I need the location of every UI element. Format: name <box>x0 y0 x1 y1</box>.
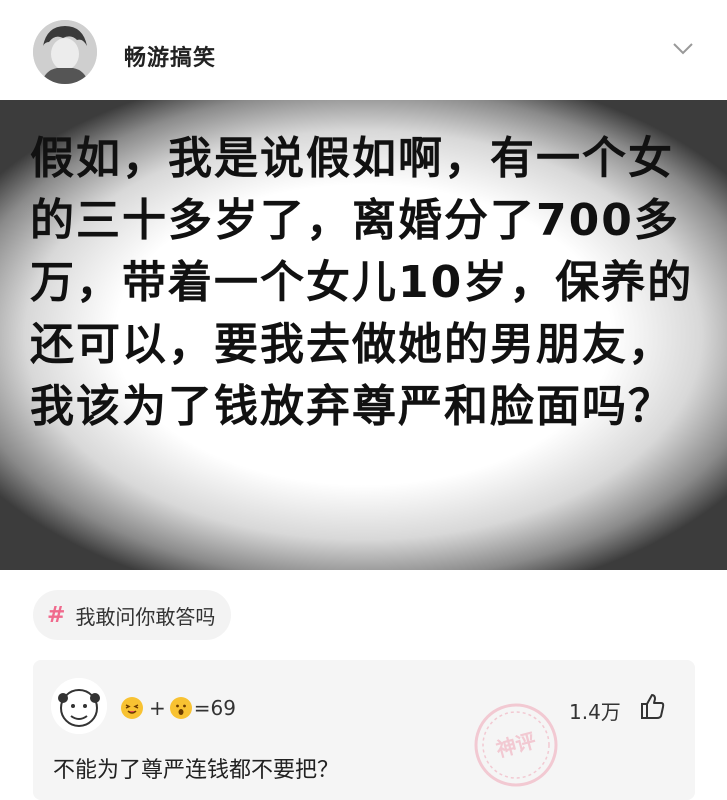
reaction-summary: + =69 <box>121 696 236 720</box>
topic-tag[interactable]: # 我敢问你敢答吗 <box>33 590 232 640</box>
author-avatar[interactable] <box>33 20 97 84</box>
hashtag-icon: # <box>47 602 66 628</box>
like-count: 1.4万 <box>569 700 621 724</box>
chevron-down-icon[interactable] <box>672 42 694 56</box>
comment-card[interactable]: + =69 神评 1.4万 不能为了尊严连钱都不要把？ <box>33 660 695 800</box>
plus-sign: + <box>149 696 166 720</box>
commenter-avatar[interactable] <box>51 678 107 734</box>
author-name[interactable]: 畅游搞笑 <box>124 40 216 72</box>
surprised-emoji-icon <box>169 697 192 719</box>
comment-text: 不能为了尊严连钱都不要把？ <box>53 758 340 783</box>
reaction-count: =69 <box>193 696 236 720</box>
thumbs-up-icon[interactable] <box>639 692 665 720</box>
squint-tongue-emoji-icon <box>121 697 143 719</box>
svg-text:神评: 神评 <box>494 728 539 762</box>
post-header: 畅游搞笑 <box>0 0 727 100</box>
hot-comment-badge: 神评 <box>474 703 558 787</box>
post-image-text: 假如，我是说假如啊，有一个女的三十多岁了，离婚分了700多万，带着一个女儿10岁… <box>30 133 694 432</box>
topic-label: 我敢问你敢答吗 <box>75 604 216 629</box>
